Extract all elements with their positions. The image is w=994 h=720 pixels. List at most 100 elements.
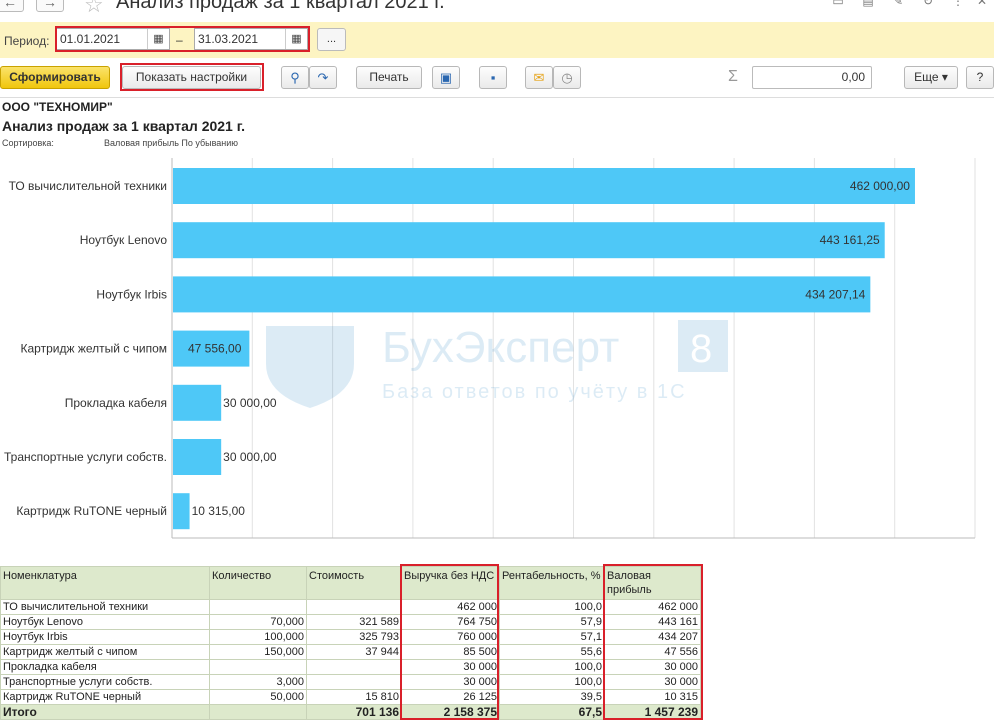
sum-field[interactable]: 0,00 xyxy=(752,66,872,89)
watermark-number: 8 xyxy=(690,327,712,371)
cell-nomenclature: Транспортные услуги собств. xyxy=(0,674,210,690)
save-icon[interactable]: ▪ xyxy=(479,66,507,89)
print-button[interactable]: Печать xyxy=(356,66,422,89)
table-row[interactable]: Картридж желтый с чипом 150,000 37 944 85 5… xyxy=(0,644,701,660)
chart-category-label: Картридж RuTONE черный xyxy=(16,504,167,518)
watermark: БухЭксперт 8 База ответов по учёту в 1С xyxy=(266,320,728,408)
mail-icon[interactable]: ✉ xyxy=(525,66,553,89)
total-quantity xyxy=(209,704,307,720)
table-row[interactable]: Картридж RuTONE черный 50,000 15 810 26 125… xyxy=(0,689,701,705)
sort-label: Сортировка: xyxy=(2,138,54,148)
table-row[interactable]: Ноутбук Irbis 100,000 325 793 760 000 57,1 43… xyxy=(0,629,701,645)
chart-bar xyxy=(173,384,222,421)
revenue-column-highlight xyxy=(400,564,499,720)
chart-category-label: Транспортные услуги собств. xyxy=(4,450,167,464)
cell-profitability: 100,0 xyxy=(499,674,605,690)
cell-cost: 325 793 xyxy=(306,629,402,645)
cell-cost xyxy=(306,674,402,690)
chart-bar xyxy=(173,168,915,204)
table-row[interactable]: Транспортные услуги собств. 3,000 30 000 10… xyxy=(0,674,701,690)
watermark-tagline: База ответов по учёту в 1С xyxy=(382,381,687,403)
more-menu-icon[interactable]: ⋮ xyxy=(950,0,966,8)
chart-category-label: ТО вычислительной техники xyxy=(9,179,167,193)
cell-cost xyxy=(306,659,402,675)
table-row[interactable]: ТО вычислительной техники 462 000 100,0 462… xyxy=(0,599,701,615)
header-quantity: Количество xyxy=(209,566,307,600)
period-more-button[interactable]: ... xyxy=(317,28,346,51)
chart-data-label: 30 000,00 xyxy=(223,450,277,464)
title-bar: ← → ☆ Анализ продаж за 1 квартал 2021 г.… xyxy=(0,0,994,22)
search-icon[interactable]: ⚲ xyxy=(281,66,309,89)
cell-profitability: 57,1 xyxy=(499,629,605,645)
clock-icon[interactable]: ◷ xyxy=(553,66,581,89)
help-button[interactable]: ? xyxy=(966,66,994,89)
header-profitability: Рентабельность, % xyxy=(499,566,605,600)
generate-button[interactable]: Сформировать xyxy=(0,66,110,89)
search-next-icon[interactable]: ↷ xyxy=(309,66,337,89)
cell-nomenclature: Ноутбук Lenovo xyxy=(0,614,210,630)
total-cost: 701 136 xyxy=(306,704,402,720)
chart-category-label: Прокладка кабеля xyxy=(65,396,167,410)
cell-cost: 37 944 xyxy=(306,644,402,660)
sort-value: Валовая прибыль По убыванию xyxy=(104,138,239,148)
cell-quantity: 50,000 xyxy=(209,689,307,705)
header-cost: Стоимость xyxy=(306,566,402,600)
cell-quantity: 3,000 xyxy=(209,674,307,690)
favorite-star-icon[interactable]: ☆ xyxy=(84,0,104,18)
period-label: Период: xyxy=(4,34,50,48)
cell-profitability: 55,6 xyxy=(499,644,605,660)
settings-highlight xyxy=(120,63,264,91)
total-profitability: 67,5 xyxy=(499,704,605,720)
forward-arrow-icon[interactable]: → xyxy=(36,0,64,12)
cell-nomenclature: Ноутбук Irbis xyxy=(0,629,210,645)
period-highlight xyxy=(55,26,310,52)
cell-profitability: 39,5 xyxy=(499,689,605,705)
chart-category-label: Ноутбук Irbis xyxy=(96,287,167,301)
chart-category-label: Картридж желтый с чипом xyxy=(21,342,167,356)
more-button[interactable]: Еще ▾ xyxy=(904,66,958,89)
chart-bar xyxy=(173,439,222,475)
cell-cost: 321 589 xyxy=(306,614,402,630)
cell-nomenclature: ТО вычислительной техники xyxy=(0,599,210,615)
chart-data-label: 443 161,25 xyxy=(820,233,880,247)
window-title: Анализ продаж за 1 квартал 2021 г. xyxy=(116,0,445,13)
cell-nomenclature: Прокладка кабеля xyxy=(0,659,210,675)
data-table: Номенклатура Количество Стоимость Выручк… xyxy=(0,566,701,720)
chart-bar xyxy=(173,493,190,530)
cell-profitability: 100,0 xyxy=(499,599,605,615)
print-window-icon[interactable]: ▤ xyxy=(860,0,876,8)
cell-cost: 15 810 xyxy=(306,689,402,705)
refresh-icon[interactable]: ↻ xyxy=(920,0,936,8)
header-nomenclature: Номенклатура xyxy=(0,566,210,600)
sigma-icon: Σ xyxy=(728,68,738,85)
back-arrow-icon[interactable]: ← xyxy=(0,0,24,12)
cell-profitability: 100,0 xyxy=(499,659,605,675)
link-icon[interactable]: ▭ xyxy=(830,0,846,8)
gross-profit-column-highlight xyxy=(603,564,703,720)
cell-quantity xyxy=(209,599,307,615)
cell-cost xyxy=(306,599,402,615)
watermark-brand: БухЭксперт xyxy=(382,323,619,372)
close-icon[interactable]: ✕ xyxy=(974,0,990,8)
cell-nomenclature: Картридж желтый с чипом xyxy=(0,644,210,660)
cell-quantity xyxy=(209,659,307,675)
preview-icon[interactable]: ▣ xyxy=(432,66,460,89)
cell-profitability: 57,9 xyxy=(499,614,605,630)
cell-quantity: 70,000 xyxy=(209,614,307,630)
table-header-row: Номенклатура Количество Стоимость Выручк… xyxy=(0,566,701,600)
cell-quantity: 100,000 xyxy=(209,629,307,645)
total-label: Итого xyxy=(0,704,210,720)
chart-data-label: 434 207,14 xyxy=(805,287,865,301)
edit-icon[interactable]: ✎ xyxy=(890,0,906,8)
table-row[interactable]: Ноутбук Lenovo 70,000 321 589 764 750 57,9 44… xyxy=(0,614,701,630)
chart-category-label: Ноутбук Lenovo xyxy=(80,233,168,247)
table-total-row: Итого 701 136 2 158 375 67,5 1 457 239 xyxy=(0,704,701,720)
report-title: Анализ продаж за 1 квартал 2021 г. xyxy=(2,118,246,134)
chart-bar xyxy=(173,222,885,259)
table-row[interactable]: Прокладка кабеля 30 000 100,0 30 000 xyxy=(0,659,701,675)
cell-nomenclature: Картридж RuTONE черный xyxy=(0,689,210,705)
organization-name: ООО "ТЕХНОМИР" xyxy=(2,100,113,114)
watermark-shield-icon xyxy=(266,326,354,408)
cell-quantity: 150,000 xyxy=(209,644,307,660)
chart-data-label: 10 315,00 xyxy=(192,504,246,518)
